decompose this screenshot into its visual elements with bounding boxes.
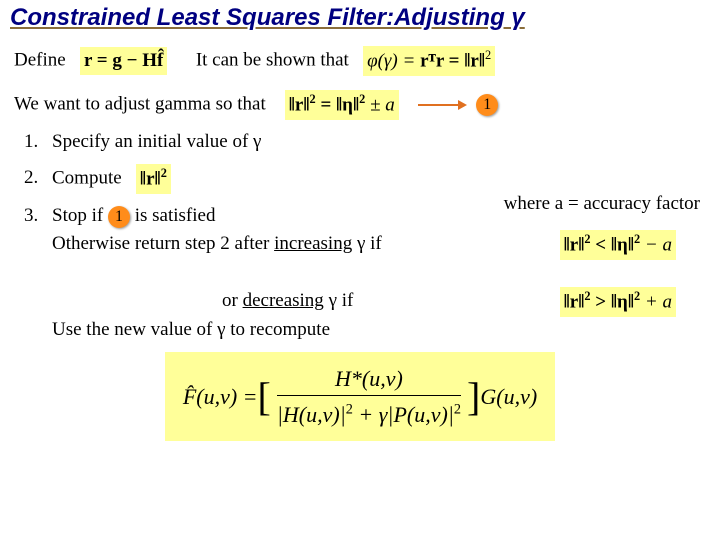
eq-phi-mid: rᵀr = bbox=[420, 50, 464, 71]
eq-i-t: − a bbox=[640, 235, 672, 256]
final-den-s2: 2 bbox=[454, 402, 461, 418]
define-label: Define bbox=[14, 49, 66, 70]
eq-r-def-text: r = g − Hf̂ bbox=[84, 50, 163, 71]
arrow-head-icon bbox=[458, 100, 467, 110]
eq-norm-r: ‖r‖2 bbox=[136, 164, 171, 194]
shown-label: It can be shown that bbox=[196, 49, 349, 70]
eq-c-r: ‖η‖ bbox=[336, 94, 359, 115]
eq-r-def: r = g − Hf̂ bbox=[80, 47, 167, 76]
step-3-body: Stop if 1 is satisfied Otherwise return … bbox=[52, 202, 706, 345]
eq-phi: φ(γ) = rᵀr = ‖r‖2 bbox=[363, 46, 495, 76]
final-num: H*(u,v) bbox=[277, 362, 461, 395]
want-text: We want to adjust gamma so that bbox=[14, 93, 266, 114]
eq-phi-lhs: φ(γ) = bbox=[367, 50, 420, 71]
eq-phi-r: ‖r‖ bbox=[464, 50, 485, 71]
title-text: Constrained Least Squares Filter:Adjusti… bbox=[10, 4, 525, 31]
arrow-line bbox=[418, 104, 458, 106]
step-2-text: Compute bbox=[52, 167, 122, 188]
slide-body: Define r = g − Hf̂ It can be shown that … bbox=[0, 34, 720, 441]
step-3g: Use the new value of γ to recompute bbox=[52, 319, 330, 340]
badge-1-ref: 1 bbox=[108, 206, 130, 228]
step-1-text: Specify an initial value of γ bbox=[52, 131, 261, 152]
step-3-num: 3. bbox=[24, 202, 52, 231]
final-den: |H(u,v)|2 + γ|P(u,v)|2 bbox=[277, 395, 461, 431]
decreasing-word: decreasing bbox=[243, 290, 324, 311]
eq-constraint: ‖r‖2 = ‖η‖2 ± a bbox=[285, 90, 399, 120]
step-1: 1. Specify an initial value of γ bbox=[24, 128, 706, 157]
eq-d-m: > bbox=[591, 292, 611, 313]
step-3e: or bbox=[222, 290, 243, 311]
eq-d-t: + a bbox=[640, 292, 672, 313]
final-den-s1: 2 bbox=[346, 402, 353, 418]
eq-i-m: < bbox=[591, 235, 611, 256]
accuracy-note: where a = accuracy factor bbox=[504, 190, 700, 219]
eq-norm-r-l: ‖r‖ bbox=[140, 168, 161, 189]
want-row: We want to adjust gamma so that ‖r‖2 = ‖… bbox=[14, 90, 706, 120]
step-3d: γ if bbox=[352, 233, 382, 254]
eq-final-filter: F̂(u,v) = [ H*(u,v) |H(u,v)|2 + γ|P(u,v)… bbox=[165, 352, 555, 441]
steps-list: 1. Specify an initial value of γ 2. Comp… bbox=[14, 128, 706, 345]
final-den-a: |H(u,v)| bbox=[277, 402, 346, 427]
eq-phi-sup: 2 bbox=[485, 48, 491, 62]
eq-d-r: ‖η‖ bbox=[611, 292, 634, 313]
step-3f: γ if bbox=[324, 290, 354, 311]
eq-norm-r-s: 2 bbox=[161, 166, 167, 180]
arrow-pointer bbox=[418, 91, 467, 120]
step-3b: is satisfied bbox=[135, 205, 216, 226]
badge-1: 1 bbox=[476, 94, 498, 116]
eq-c-l: ‖r‖ bbox=[289, 94, 310, 115]
page-title: Constrained Least Squares Filter:Adjusti… bbox=[0, 0, 720, 34]
step-2-num: 2. bbox=[24, 164, 52, 193]
eq-decrease-cond: ‖r‖2 > ‖η‖2 + a bbox=[560, 287, 676, 317]
eq-i-r: ‖η‖ bbox=[611, 235, 634, 256]
rbracket-icon: ] bbox=[467, 377, 480, 417]
final-lhs: F̂(u,v) = bbox=[183, 380, 258, 413]
eq-d-l: ‖r‖ bbox=[564, 292, 585, 313]
eq-c-eq: = bbox=[316, 94, 336, 115]
step-3-or: or decreasing γ if bbox=[222, 290, 353, 311]
increasing-word: increasing bbox=[274, 233, 352, 254]
step-1-body: Specify an initial value of γ bbox=[52, 128, 706, 157]
eq-c-pm: ± a bbox=[365, 94, 394, 115]
final-den-b: + γ|P(u,v)| bbox=[353, 402, 454, 427]
step-1-num: 1. bbox=[24, 128, 52, 157]
step-3a: Stop if bbox=[52, 205, 108, 226]
final-tail: G(u,v) bbox=[480, 380, 537, 413]
eq-i-l: ‖r‖ bbox=[564, 235, 585, 256]
final-fraction: H*(u,v) |H(u,v)|2 + γ|P(u,v)|2 bbox=[271, 362, 467, 431]
lbracket-icon: [ bbox=[258, 377, 271, 417]
step-3: 3. Stop if 1 is satisfied Otherwise retu… bbox=[24, 202, 706, 345]
step-3c: Otherwise return step 2 after bbox=[52, 233, 274, 254]
eq-increase-cond: ‖r‖2 < ‖η‖2 − a bbox=[560, 230, 676, 260]
define-row: Define r = g − Hf̂ It can be shown that … bbox=[14, 46, 706, 76]
